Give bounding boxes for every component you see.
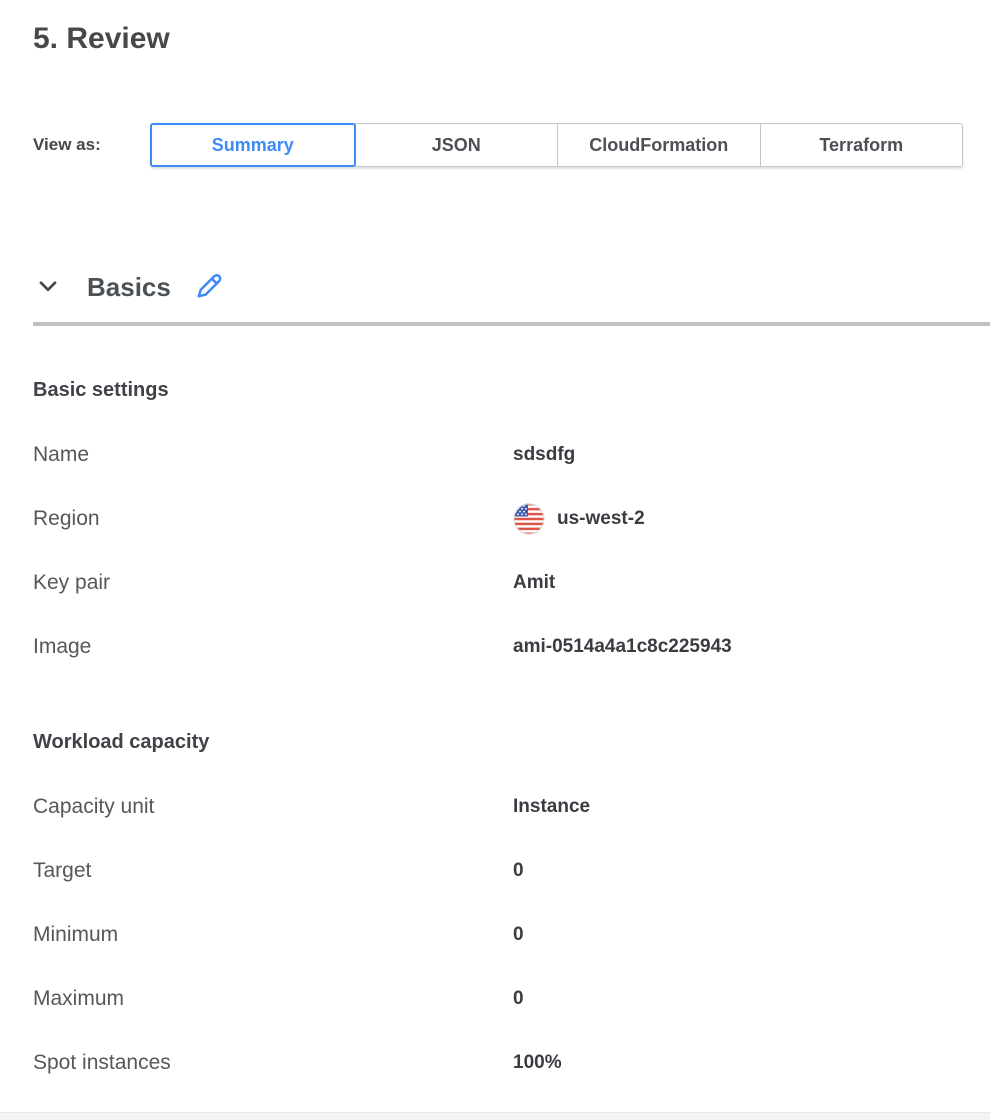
row-value: 0 — [513, 988, 524, 1010]
page-title: 5. Review — [33, 22, 990, 56]
row-value: 0 — [513, 860, 524, 882]
view-as-tab-summary[interactable]: Summary — [150, 123, 356, 167]
row-region: Region — [33, 487, 990, 551]
group-heading-workload-capacity: Workload capacity — [33, 730, 990, 754]
row-maximum: Maximum 0 — [33, 967, 990, 1031]
view-as-label: View as: — [33, 135, 150, 155]
basics-section-divider — [33, 322, 990, 326]
basics-edit-button[interactable] — [193, 271, 225, 303]
row-target: Target 0 — [33, 839, 990, 903]
row-label: Maximum — [33, 987, 513, 1011]
row-spot-instances: Spot instances 100% — [33, 1031, 990, 1095]
row-label: Region — [33, 507, 513, 531]
chevron-down-icon — [35, 273, 61, 302]
row-label: Key pair — [33, 571, 513, 595]
basic-settings-rows: Name sdsdfg Region — [33, 423, 990, 679]
row-value: sdsdfg — [513, 444, 575, 466]
row-value: ami-0514a4a1c8c225943 — [513, 636, 732, 658]
row-value: us-west-2 — [513, 503, 645, 535]
view-as-row: View as: Summary JSON CloudFormation Ter… — [33, 123, 990, 167]
review-step-panel: 5. Review View as: Summary JSON CloudFor… — [0, 22, 990, 1095]
row-label: Spot instances — [33, 1051, 513, 1075]
view-as-tab-terraform[interactable]: Terraform — [760, 123, 964, 167]
workload-capacity-rows: Capacity unit Instance Target 0 Minimum … — [33, 775, 990, 1095]
view-as-tab-json[interactable]: JSON — [355, 123, 559, 167]
basics-section-title: Basics — [87, 272, 171, 303]
row-name: Name sdsdfg — [33, 423, 990, 487]
region-value: us-west-2 — [557, 508, 645, 530]
edit-pencil-icon — [194, 271, 224, 304]
row-value: Amit — [513, 572, 555, 594]
view-as-tab-cloudformation[interactable]: CloudFormation — [557, 123, 761, 167]
basics-collapse-toggle[interactable] — [35, 274, 61, 300]
row-value: Instance — [513, 796, 590, 818]
row-image: Image ami-0514a4a1c8c225943 — [33, 615, 990, 679]
row-key-pair: Key pair Amit — [33, 551, 990, 615]
row-capacity-unit: Capacity unit Instance — [33, 775, 990, 839]
row-minimum: Minimum 0 — [33, 903, 990, 967]
row-value: 0 — [513, 924, 524, 946]
row-label: Target — [33, 859, 513, 883]
group-heading-basic-settings: Basic settings — [33, 378, 990, 402]
row-label: Image — [33, 635, 513, 659]
row-label: Minimum — [33, 923, 513, 947]
next-section-boundary-divider — [0, 1112, 990, 1120]
row-value: 100% — [513, 1052, 562, 1074]
row-label: Capacity unit — [33, 795, 513, 819]
us-flag-icon — [513, 503, 545, 535]
basics-section-header: Basics — [33, 265, 990, 309]
row-label: Name — [33, 443, 513, 467]
view-as-button-group: Summary JSON CloudFormation Terraform — [150, 123, 963, 167]
